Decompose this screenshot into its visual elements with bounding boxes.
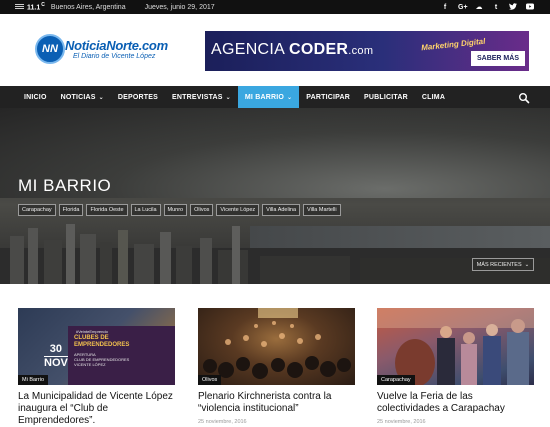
hero-background-city: [0, 224, 550, 284]
article-card[interactable]: Carapachay Vuelve la Feria de las colect…: [377, 308, 534, 425]
weather-fog-icon: [15, 4, 24, 10]
article-image[interactable]: Olivos: [198, 308, 355, 385]
category-badge[interactable]: Carapachay: [377, 375, 415, 385]
category-badge[interactable]: Mi Barrio: [18, 375, 49, 385]
nav-item-entrevistas[interactable]: ENTREVISTAS ⌄: [165, 86, 238, 108]
nav-item-clima[interactable]: CLIMA: [415, 86, 452, 108]
neighborhood-tags: Carapachay Florida Florida Oeste La Luci…: [18, 204, 341, 216]
fair-photo: [377, 308, 534, 385]
article-card[interactable]: #VeinteEmprendo CLUBES DE EMPRENDEDORES A…: [18, 308, 175, 427]
weather-city: Buenos Aires, Argentina: [50, 3, 126, 11]
site-logo[interactable]: NN NoticiaNorte.com El Diario de Vicente…: [35, 32, 175, 70]
sort-dropdown[interactable]: MÁS RECIENTES ⌄: [472, 258, 534, 271]
logo-name: NoticiaNorte.com: [65, 38, 168, 53]
chevron-down-icon: ⌄: [98, 94, 104, 101]
tag-florida-oeste[interactable]: Florida Oeste: [86, 204, 128, 216]
tag-vicente-lopez[interactable]: Vicente López: [216, 204, 260, 216]
nav-item-deportes[interactable]: DEPORTES: [111, 86, 165, 108]
tag-la-lucila[interactable]: La Lucila: [130, 204, 161, 216]
ad-cta-button[interactable]: SABER MÁS: [470, 51, 525, 66]
tag-munro[interactable]: Munro: [163, 204, 188, 216]
category-hero: MI BARRIO Carapachay Florida Florida Oes…: [0, 108, 550, 284]
article-card[interactable]: Olivos Plenario Kirchnerista contra la “…: [198, 308, 355, 425]
logo-badge: NN: [35, 34, 65, 64]
tag-olivos[interactable]: Olivos: [190, 204, 214, 216]
tag-carapachay[interactable]: Carapachay: [18, 204, 56, 216]
nav-item-mi-barrio[interactable]: MI BARRIO ⌄: [237, 86, 300, 108]
youtube-icon[interactable]: [526, 3, 534, 12]
article-grid: #VeinteEmprendo CLUBES DE EMPRENDEDORES A…: [0, 284, 550, 427]
page-title: MI BARRIO: [18, 176, 112, 195]
article-title[interactable]: La Municipalidad de Vicente López inaugu…: [18, 391, 175, 427]
ad-script-text: Marketing Digital: [420, 36, 486, 53]
current-date: Jueves, junio 29, 2017: [144, 3, 215, 11]
tag-villa-martelli[interactable]: Villa Martelli: [303, 204, 341, 216]
site-header: NN NoticiaNorte.com El Diario de Vicente…: [0, 14, 550, 86]
tumblr-icon[interactable]: t: [492, 4, 500, 11]
ad-brand: AGENCIA CODER.com: [211, 41, 374, 58]
social-links: f G+ ☁ t: [441, 0, 534, 14]
article-title[interactable]: Plenario Kirchnerista contra la “violenc…: [198, 391, 355, 415]
weather-temperature: 11.1C: [27, 2, 45, 12]
tag-florida[interactable]: Florida: [58, 204, 84, 216]
search-icon[interactable]: [518, 91, 530, 104]
ad-banner[interactable]: AGENCIA CODER.com Marketing Digital SABE…: [205, 31, 529, 71]
tag-villa-adelina[interactable]: Villa Adelina: [262, 204, 301, 216]
nav-item-inicio[interactable]: INICIO: [0, 86, 54, 108]
article-image[interactable]: #VeinteEmprendo CLUBES DE EMPRENDEDORES A…: [18, 308, 175, 385]
crowd-photo: [203, 308, 351, 379]
top-bar: 11.1C Buenos Aires, Argentina Jueves, ju…: [0, 0, 550, 14]
chevron-down-icon: ⌄: [524, 261, 530, 268]
nav-item-participar[interactable]: PARTICIPAR: [299, 86, 357, 108]
article-date: 25 noviembre, 2016: [377, 419, 426, 425]
nav-item-publicitar[interactable]: PUBLICITAR: [357, 86, 415, 108]
category-badge[interactable]: Olivos: [198, 375, 222, 385]
chevron-down-icon: ⌄: [225, 94, 231, 101]
google-plus-icon[interactable]: G+: [458, 4, 468, 11]
twitter-icon[interactable]: [509, 2, 517, 12]
article-date: 25 noviembre, 2016: [198, 419, 247, 425]
main-nav: INICIO NOTICIAS ⌄ DEPORTES ENTREVISTAS ⌄ M…: [0, 86, 550, 108]
soundcloud-icon[interactable]: ☁: [475, 3, 483, 11]
facebook-icon[interactable]: f: [441, 4, 449, 11]
logo-tagline: El Diario de Vicente López: [73, 53, 156, 60]
article-title[interactable]: Vuelve la Feria de las colectividades a …: [377, 391, 534, 415]
chevron-down-icon: ⌄: [287, 94, 293, 101]
article-image[interactable]: Carapachay: [377, 308, 534, 385]
nav-item-noticias[interactable]: NOTICIAS ⌄: [54, 86, 111, 108]
